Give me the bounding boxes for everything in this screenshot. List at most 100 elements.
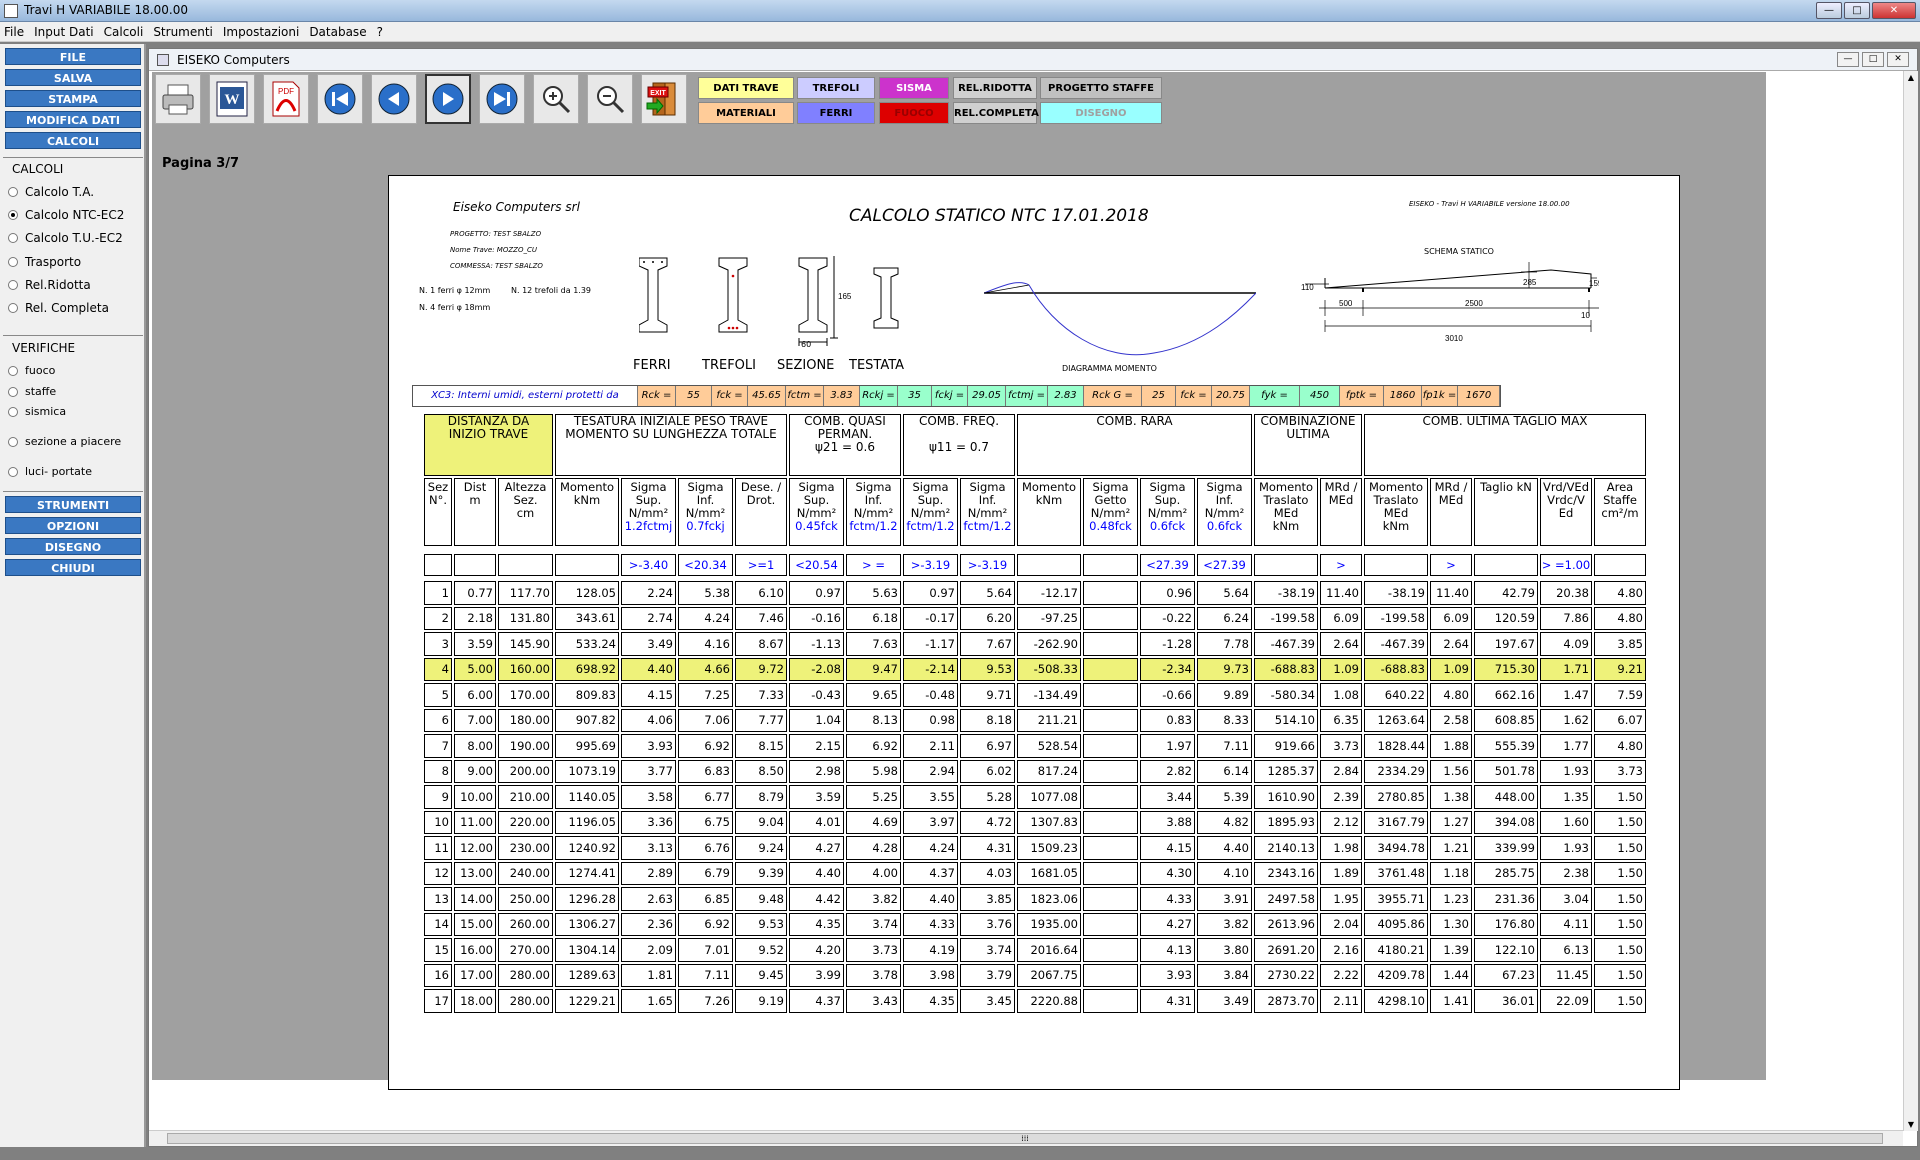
- verifica-option[interactable]: staffe: [8, 385, 56, 398]
- calcolo-option[interactable]: Rel. Completa: [8, 301, 109, 315]
- menu-strumenti[interactable]: Strumenti: [153, 25, 213, 39]
- menu-file[interactable]: File: [4, 25, 24, 39]
- verifica-option[interactable]: luci- portate: [8, 465, 92, 478]
- rel-completa-button[interactable]: REL.COMPLETA: [953, 102, 1039, 124]
- table-cell: 817.24: [1017, 759, 1081, 783]
- table-cell: 9.04: [735, 810, 787, 834]
- maximize-button[interactable]: □: [1844, 2, 1870, 19]
- calcolo-option[interactable]: Calcolo T.A.: [8, 185, 94, 199]
- table-cell: 176.80: [1474, 912, 1538, 936]
- table-cell: 528.54: [1017, 734, 1081, 758]
- disegno-button[interactable]: DISEGNO: [5, 538, 141, 555]
- menu-impostazioni[interactable]: Impostazioni: [223, 25, 299, 39]
- radio-icon[interactable]: [8, 210, 18, 220]
- calcolo-option[interactable]: Trasporto: [8, 255, 81, 269]
- exit-button[interactable]: EXIT: [641, 74, 687, 124]
- menu-database[interactable]: Database: [309, 25, 366, 39]
- radio-icon[interactable]: [8, 406, 18, 417]
- ferri-button[interactable]: FERRI: [797, 102, 875, 124]
- table-cell: 3.13: [621, 836, 676, 860]
- stampa-button[interactable]: STAMPA: [5, 90, 141, 107]
- radio-icon[interactable]: [8, 280, 18, 290]
- table-cell: 9.45: [735, 963, 787, 987]
- table-cell: 9.73: [1197, 657, 1252, 681]
- menu-help[interactable]: ?: [377, 25, 383, 39]
- calcolo-option[interactable]: Calcolo T.U.-EC2: [8, 231, 123, 245]
- table-cell: 1.88: [1430, 734, 1472, 758]
- menu-calcoli[interactable]: Calcoli: [104, 25, 144, 39]
- pdf-export-button[interactable]: PDF: [263, 74, 309, 124]
- minimize-button[interactable]: —: [1816, 2, 1842, 19]
- verifica-option[interactable]: sezione a piacere: [8, 435, 121, 448]
- verifica-option[interactable]: sismica: [8, 405, 66, 418]
- salva-button[interactable]: SALVA: [5, 69, 141, 86]
- opzioni-button[interactable]: OPZIONI: [5, 517, 141, 534]
- print-button[interactable]: [155, 74, 201, 124]
- disegno-tab-button[interactable]: DISEGNO: [1040, 102, 1162, 124]
- table-cell: 3.58: [621, 785, 676, 809]
- table-cell: 2.18: [454, 606, 496, 630]
- vertical-scrollbar[interactable]: ▲ ▼: [1903, 71, 1918, 1131]
- table-cell: 533.24: [555, 632, 619, 656]
- close-button[interactable]: ✕: [1872, 2, 1916, 19]
- radio-icon[interactable]: [8, 257, 18, 267]
- table-cell: 5.38: [678, 581, 733, 605]
- caption-trefoli: TREFOLI: [702, 358, 756, 373]
- radio-icon[interactable]: [8, 436, 18, 447]
- fuoco-button[interactable]: FUOCO: [879, 102, 949, 124]
- zoom-in-button[interactable]: [533, 74, 579, 124]
- table-cell: 5.64: [960, 581, 1015, 605]
- chiudi-button[interactable]: CHIUDI: [5, 559, 141, 576]
- table-cell: 1.09: [1430, 657, 1472, 681]
- first-page-button[interactable]: [317, 74, 363, 124]
- materiali-button[interactable]: MATERIALI: [698, 102, 794, 124]
- table-cell: 9.72: [735, 657, 787, 681]
- table-cell: 1935.00: [1017, 912, 1081, 936]
- table-row: 3 3.59 145.90 533.24 3.49 4.16 8.67 -1.13 7.63 -1…: [424, 632, 1646, 656]
- radio-icon[interactable]: [8, 365, 18, 376]
- radio-icon[interactable]: [8, 303, 18, 313]
- sisma-button[interactable]: SISMA: [879, 77, 949, 99]
- progetto-staffe-button[interactable]: PROGETTO STAFFE: [1040, 77, 1162, 99]
- scroll-down-icon[interactable]: ▼: [1906, 1120, 1916, 1129]
- table-cell: -199.58: [1254, 606, 1318, 630]
- table-cell: 2.64: [1320, 632, 1362, 656]
- child-minimize-button[interactable]: —: [1837, 52, 1859, 67]
- word-export-button[interactable]: W: [209, 74, 255, 124]
- radio-icon[interactable]: [8, 466, 18, 477]
- column-header-label: Altezza Sez. cm: [504, 480, 547, 520]
- horizontal-scroll-thumb[interactable]: ⁞⁞⁞: [167, 1133, 1883, 1144]
- table-cell: 1.50: [1594, 810, 1646, 834]
- zoom-out-button[interactable]: [587, 74, 633, 124]
- calcoli-button[interactable]: CALCOLI: [5, 132, 141, 149]
- modifica-dati-button[interactable]: MODIFICA DATI: [5, 111, 141, 128]
- verifica-option[interactable]: fuoco: [8, 364, 55, 377]
- radio-icon[interactable]: [8, 187, 18, 197]
- table-cell: 2334.29: [1364, 759, 1428, 783]
- radio-icon[interactable]: [8, 386, 18, 397]
- horizontal-scrollbar[interactable]: ⁞⁞⁞: [149, 1130, 1903, 1146]
- radio-icon[interactable]: [8, 233, 18, 243]
- file-button[interactable]: FILE: [5, 48, 141, 65]
- table-cell: 8.33: [1197, 708, 1252, 732]
- info-cell: fp1k =: [1422, 386, 1458, 406]
- child-maximize-button[interactable]: □: [1862, 52, 1884, 67]
- prev-page-button[interactable]: [371, 74, 417, 124]
- calcolo-option[interactable]: Calcolo NTC-EC2: [8, 208, 124, 222]
- scroll-up-icon[interactable]: ▲: [1906, 73, 1916, 82]
- strumenti-button[interactable]: STRUMENTI: [5, 496, 141, 513]
- table-cell: 7: [424, 734, 452, 758]
- menu-input-dati[interactable]: Input Dati: [34, 25, 94, 39]
- child-close-button[interactable]: ✕: [1887, 52, 1909, 67]
- table-cell: 0.96: [1140, 581, 1195, 605]
- rel-ridotta-button[interactable]: REL.RIDOTTA: [953, 77, 1037, 99]
- last-page-button[interactable]: [479, 74, 525, 124]
- table-cell: 15.00: [454, 912, 496, 936]
- column-header-label: Sigma Getto N/mm²: [1090, 480, 1131, 520]
- trefoli-button[interactable]: TREFOLI: [797, 77, 875, 99]
- calcolo-option[interactable]: Rel.Ridotta: [8, 278, 91, 292]
- dati-trave-button[interactable]: DATI TRAVE: [698, 77, 794, 99]
- next-page-button[interactable]: [425, 74, 471, 124]
- table-cell: [1083, 810, 1138, 834]
- table-cell: 131.80: [498, 606, 553, 630]
